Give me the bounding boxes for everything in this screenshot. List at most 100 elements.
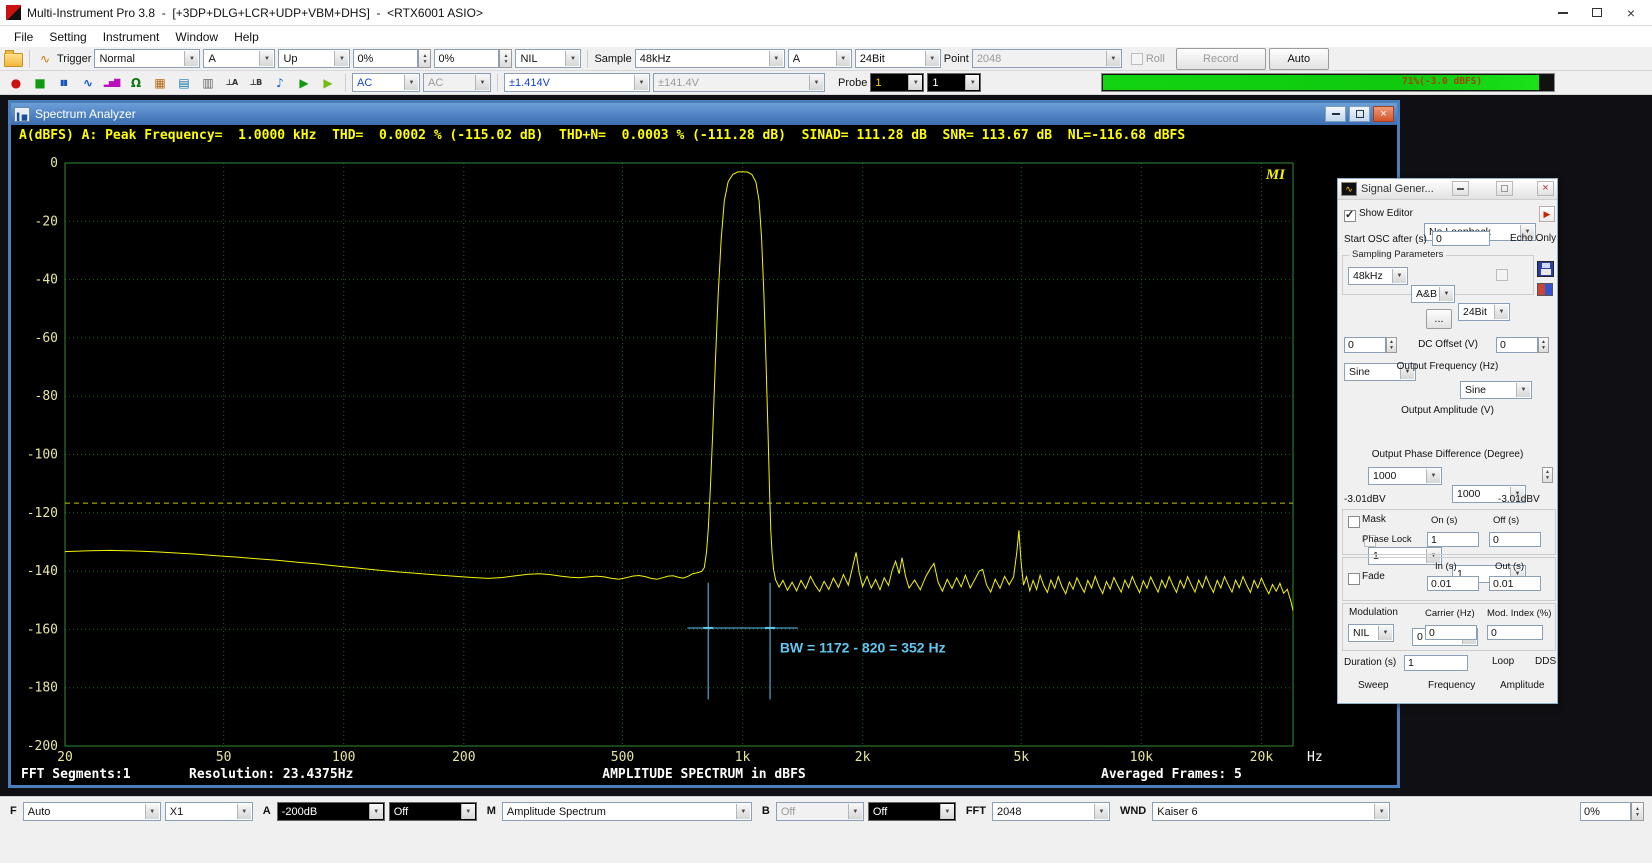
coupling-b-select[interactable]: AC xyxy=(423,73,491,92)
carrier-field[interactable]: 0 xyxy=(1425,625,1477,640)
generator-run-icon[interactable]: ▶ xyxy=(316,73,339,93)
display-mode-select[interactable]: Amplitude Spectrum xyxy=(502,802,752,821)
trigger-edge-select[interactable]: Up xyxy=(278,49,350,68)
generator-rate-select[interactable]: 48kHz xyxy=(1348,267,1408,285)
trigger-source-select[interactable]: A xyxy=(203,49,275,68)
a-range-select[interactable]: -200dB xyxy=(277,802,385,821)
spinner-arrows-icon[interactable] xyxy=(1631,802,1644,821)
mask-checkbox[interactable] xyxy=(1348,516,1360,528)
spectrum-minimize-button[interactable] xyxy=(1325,106,1346,122)
trigger-icon: ∿ xyxy=(36,52,54,66)
volume-icon[interactable]: ♪ xyxy=(268,73,291,93)
multimeter-icon[interactable]: Ω xyxy=(124,73,147,93)
a-extra-select[interactable]: Off xyxy=(389,802,477,821)
start-output-button[interactable] xyxy=(1539,206,1555,222)
trigger-delay-spinner[interactable]: 0% xyxy=(434,49,512,68)
menu-window[interactable]: Window xyxy=(167,28,226,46)
app-minimize-button[interactable] xyxy=(1548,3,1578,23)
spectrum-chart[interactable]: 0-20-40-60-80-100-120-140-160-180-200205… xyxy=(13,147,1399,765)
frequency-a-select[interactable]: 1000 xyxy=(1368,467,1442,485)
b-extra-select[interactable]: Off xyxy=(868,802,956,821)
mask-on-field[interactable]: 1 xyxy=(1427,532,1479,547)
generator-channels-select[interactable]: A&B xyxy=(1411,285,1455,303)
menubar: File Setting Instrument Window Help xyxy=(0,26,1652,48)
spinner-arrows-icon[interactable] xyxy=(1538,337,1549,353)
coupling-a-select[interactable]: AC xyxy=(352,73,420,92)
oscilloscope-icon[interactable]: ∿ xyxy=(76,73,99,93)
probe-b-select[interactable]: 1 xyxy=(927,73,981,92)
b-range-select[interactable]: Off xyxy=(776,802,864,821)
trigger-level-spinner[interactable]: 0% xyxy=(353,49,431,68)
label-b-icon[interactable]: ⊥B xyxy=(244,73,267,93)
spinner-arrows-icon[interactable] xyxy=(418,49,431,68)
range-a-select[interactable]: ±1.414V xyxy=(504,73,650,92)
range-b-select[interactable]: ±141.4V xyxy=(653,73,825,92)
spectrum-close-button[interactable]: × xyxy=(1373,106,1394,122)
menu-help[interactable]: Help xyxy=(226,28,267,46)
play-icon[interactable]: ▶ xyxy=(292,73,315,93)
printer-icon[interactable]: ▥ xyxy=(196,73,219,93)
app-titlebar[interactable]: Multi-Instrument Pro 3.8 - [+3DP+DLG+LCR… xyxy=(0,0,1652,26)
data-logger-icon[interactable]: ▤ xyxy=(172,73,195,93)
waveform-library-icon[interactable] xyxy=(1537,283,1553,296)
fft-points-select[interactable]: 2048 xyxy=(992,802,1110,821)
label-a-icon[interactable]: ⊥A xyxy=(220,73,243,93)
trigger-toolbar: ∿ Trigger Normal A Up 0% 0% NIL Sample 4… xyxy=(0,47,1652,71)
signal-generator-titlebar[interactable]: Signal Gener... xyxy=(1338,179,1557,200)
mask-group: Mask On (s) Off (s) Phase Lock 1 0 xyxy=(1342,509,1556,555)
zoom-select[interactable]: X1 xyxy=(165,802,253,821)
spectrum-window-titlebar[interactable]: ▌▆ Spectrum Analyzer × xyxy=(11,103,1397,125)
waveform-b-select[interactable]: Sine xyxy=(1460,381,1532,399)
modulation-type-select[interactable]: NIL xyxy=(1348,624,1394,642)
sample-channel-select[interactable]: A xyxy=(788,49,852,68)
app-close-button[interactable]: × xyxy=(1616,3,1646,23)
fade-out-field[interactable]: 0.01 xyxy=(1489,576,1541,591)
svg-text:-80: -80 xyxy=(35,389,58,404)
sample-bits-select[interactable]: 24Bit xyxy=(855,49,941,68)
frequency-axis-select[interactable]: Auto xyxy=(23,802,161,821)
record-icon[interactable]: ● xyxy=(4,73,27,93)
auto-button[interactable]: Auto xyxy=(1269,48,1329,70)
probe-a-select[interactable]: 1 xyxy=(870,73,924,92)
spectrum-restore-button[interactable] xyxy=(1349,106,1370,122)
point-count-select[interactable]: 2048 xyxy=(972,49,1122,68)
mod-index-field[interactable]: 0 xyxy=(1487,625,1543,640)
spinner-arrows-icon[interactable] xyxy=(499,49,512,68)
spectrum-analyzer-icon[interactable]: ▂▅▇ xyxy=(100,73,123,93)
fade-checkbox[interactable] xyxy=(1348,573,1360,585)
menu-instrument[interactable]: Instrument xyxy=(95,28,168,46)
fft-points-value: 2048 xyxy=(993,806,1025,818)
window-function-select[interactable]: Kaiser 6 xyxy=(1152,802,1390,821)
menu-setting[interactable]: Setting xyxy=(41,28,94,46)
sg-minimize-button[interactable] xyxy=(1452,181,1469,196)
trigger-mode-select[interactable]: Normal xyxy=(94,49,200,68)
pause-icon[interactable]: ▮▮ xyxy=(52,73,75,93)
spectrum-3d-icon[interactable]: ▦ xyxy=(148,73,171,93)
save-waveform-icon[interactable] xyxy=(1537,261,1554,277)
open-file-icon[interactable] xyxy=(4,53,23,67)
dbv-b-label: -3.01dBV xyxy=(1498,494,1540,505)
spinner-arrows-icon[interactable] xyxy=(1542,467,1553,483)
trigger-level-value: 0% xyxy=(353,49,418,68)
roll-checkbox[interactable] xyxy=(1131,53,1143,65)
start-osc-field[interactable]: 0 xyxy=(1432,231,1490,246)
menu-file[interactable]: File xyxy=(6,28,41,46)
record-button[interactable]: Record xyxy=(1176,48,1266,70)
sample-rate-select[interactable]: 48kHz xyxy=(635,49,785,68)
overlap-spinner[interactable]: 0% xyxy=(1580,802,1644,821)
app-maximize-button[interactable] xyxy=(1582,3,1612,23)
trigger-hpf-select[interactable]: NIL xyxy=(515,49,581,68)
mask-off-field[interactable]: 0 xyxy=(1489,532,1541,547)
spinner-arrows-icon[interactable] xyxy=(1386,337,1397,353)
dc-offset-b-field[interactable]: 0 xyxy=(1496,337,1538,353)
show-editor-checkbox[interactable] xyxy=(1344,210,1356,222)
waveform-more-button[interactable]: ... xyxy=(1426,309,1452,329)
sg-maximize-button[interactable] xyxy=(1496,181,1513,196)
duration-field[interactable]: 1 xyxy=(1404,655,1468,671)
stop-icon[interactable]: ■ xyxy=(28,73,51,93)
generator-bits-select[interactable]: 24Bit xyxy=(1458,303,1510,321)
a-extra-value: Off xyxy=(390,806,412,818)
fade-in-field[interactable]: 0.01 xyxy=(1427,576,1479,591)
dc-offset-a-field[interactable]: 0 xyxy=(1344,337,1386,353)
sg-close-button[interactable]: × xyxy=(1537,181,1554,196)
